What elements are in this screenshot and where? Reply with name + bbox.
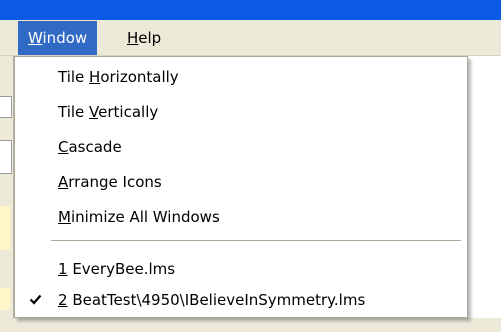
background-panel <box>0 206 10 250</box>
background-bottom-strip <box>0 318 501 332</box>
menu-item-cascade[interactable]: Cascade <box>15 134 467 160</box>
title-bar-strip <box>0 0 501 20</box>
background-window-edge <box>0 56 14 332</box>
menu-item-minimize-all-windows[interactable]: Minimize All Windows <box>15 204 467 230</box>
menu-item-tile-vertically[interactable]: Tile Vertically <box>15 99 467 125</box>
background-field <box>0 96 12 118</box>
menu-separator <box>51 240 461 241</box>
background-panel <box>0 288 10 310</box>
background-field <box>0 140 12 174</box>
menu-bar: Window Help <box>0 20 501 56</box>
menu-help-label: elp <box>138 29 162 47</box>
check-icon <box>29 294 42 305</box>
menu-item-tile-horizontally[interactable]: Tile Horizontally <box>15 64 467 90</box>
menu-item-window-2[interactable]: 2 BeatTest\4950\IBelieveInSymmetry.lms <box>15 287 467 313</box>
menu-window[interactable]: Window <box>18 21 98 55</box>
menu-item-window-1[interactable]: 1 EveryBee.lms <box>15 256 467 282</box>
window-menu-dropdown: Tile Horizontally Tile Vertically Cascad… <box>14 56 468 318</box>
menu-window-label: indow <box>42 29 88 47</box>
menu-help[interactable]: Help <box>117 21 171 55</box>
menu-window-mnemonic: W <box>28 29 43 47</box>
menu-item-arrange-icons[interactable]: Arrange Icons <box>15 169 467 195</box>
menu-help-mnemonic: H <box>127 29 139 47</box>
